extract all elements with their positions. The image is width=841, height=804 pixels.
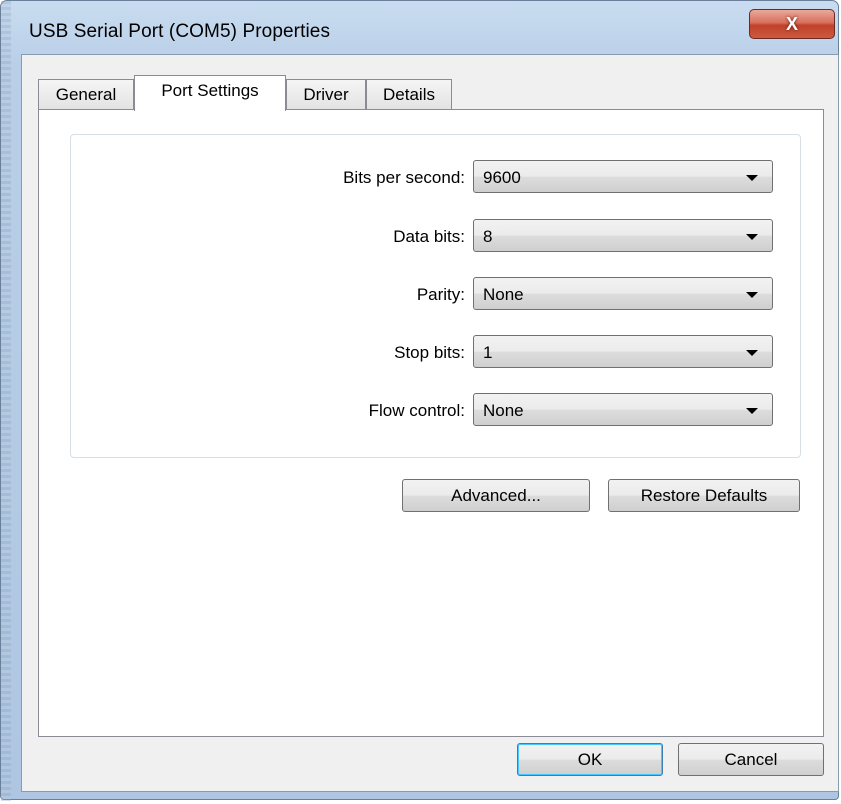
tab-label: Details — [383, 84, 435, 104]
combo-value: None — [483, 401, 524, 420]
flow-control-label: Flow control: — [368, 401, 465, 420]
parity-label: Parity: — [416, 285, 465, 304]
chevron-down-icon — [746, 175, 758, 181]
chevron-down-icon — [746, 292, 758, 298]
chevron-down-icon — [746, 350, 758, 356]
title-bar[interactable]: USB Serial Port (COM5) Properties X — [1, 1, 840, 53]
properties-dialog: USB Serial Port (COM5) Properties X Gene… — [0, 0, 840, 801]
settings-group: Bits per second: 9600 Data bits: 8 Parit… — [70, 134, 801, 458]
setting-row-data-bits: Data bits: 8 — [71, 219, 802, 255]
setting-row-flow-control: Flow control: None — [71, 393, 802, 429]
close-icon: X — [785, 13, 798, 34]
bits-per-second-label: Bits per second: — [343, 168, 465, 187]
flow-control-select[interactable]: None — [473, 393, 773, 426]
dialog-client-area: General Port Settings Driver Details Bit… — [21, 54, 839, 792]
combo-value: 8 — [483, 227, 493, 246]
setting-row-bits-per-second: Bits per second: 9600 — [71, 160, 802, 196]
tab-driver[interactable]: Driver — [286, 79, 366, 109]
tab-port-settings[interactable]: Port Settings — [134, 75, 286, 111]
tab-label: Port Settings — [161, 81, 259, 100]
parity-select[interactable]: None — [473, 277, 773, 310]
advanced-button[interactable]: Advanced... — [402, 479, 590, 512]
window-title: USB Serial Port (COM5) Properties — [29, 21, 331, 42]
stop-bits-select[interactable]: 1 — [473, 335, 773, 368]
combo-value: 1 — [483, 343, 493, 362]
setting-row-parity: Parity: None — [71, 277, 802, 313]
tab-details[interactable]: Details — [366, 79, 452, 109]
tab-label: General — [55, 84, 117, 104]
bits-per-second-select[interactable]: 9600 — [473, 160, 773, 193]
stop-bits-label: Stop bits: — [394, 343, 465, 362]
cancel-button[interactable]: Cancel — [678, 743, 824, 776]
tab-label: Driver — [303, 84, 349, 104]
chevron-down-icon — [746, 408, 758, 414]
ok-button[interactable]: OK — [517, 743, 663, 776]
setting-row-stop-bits: Stop bits: 1 — [71, 335, 802, 371]
port-settings-panel: Bits per second: 9600 Data bits: 8 Parit… — [38, 109, 824, 737]
close-button[interactable]: X — [749, 9, 835, 39]
tab-general[interactable]: General — [38, 79, 134, 109]
data-bits-label: Data bits: — [393, 227, 465, 246]
chevron-down-icon — [746, 234, 758, 240]
combo-value: None — [483, 285, 524, 304]
data-bits-select[interactable]: 8 — [473, 219, 773, 252]
combo-value: 9600 — [483, 168, 521, 187]
restore-defaults-button[interactable]: Restore Defaults — [608, 479, 800, 512]
